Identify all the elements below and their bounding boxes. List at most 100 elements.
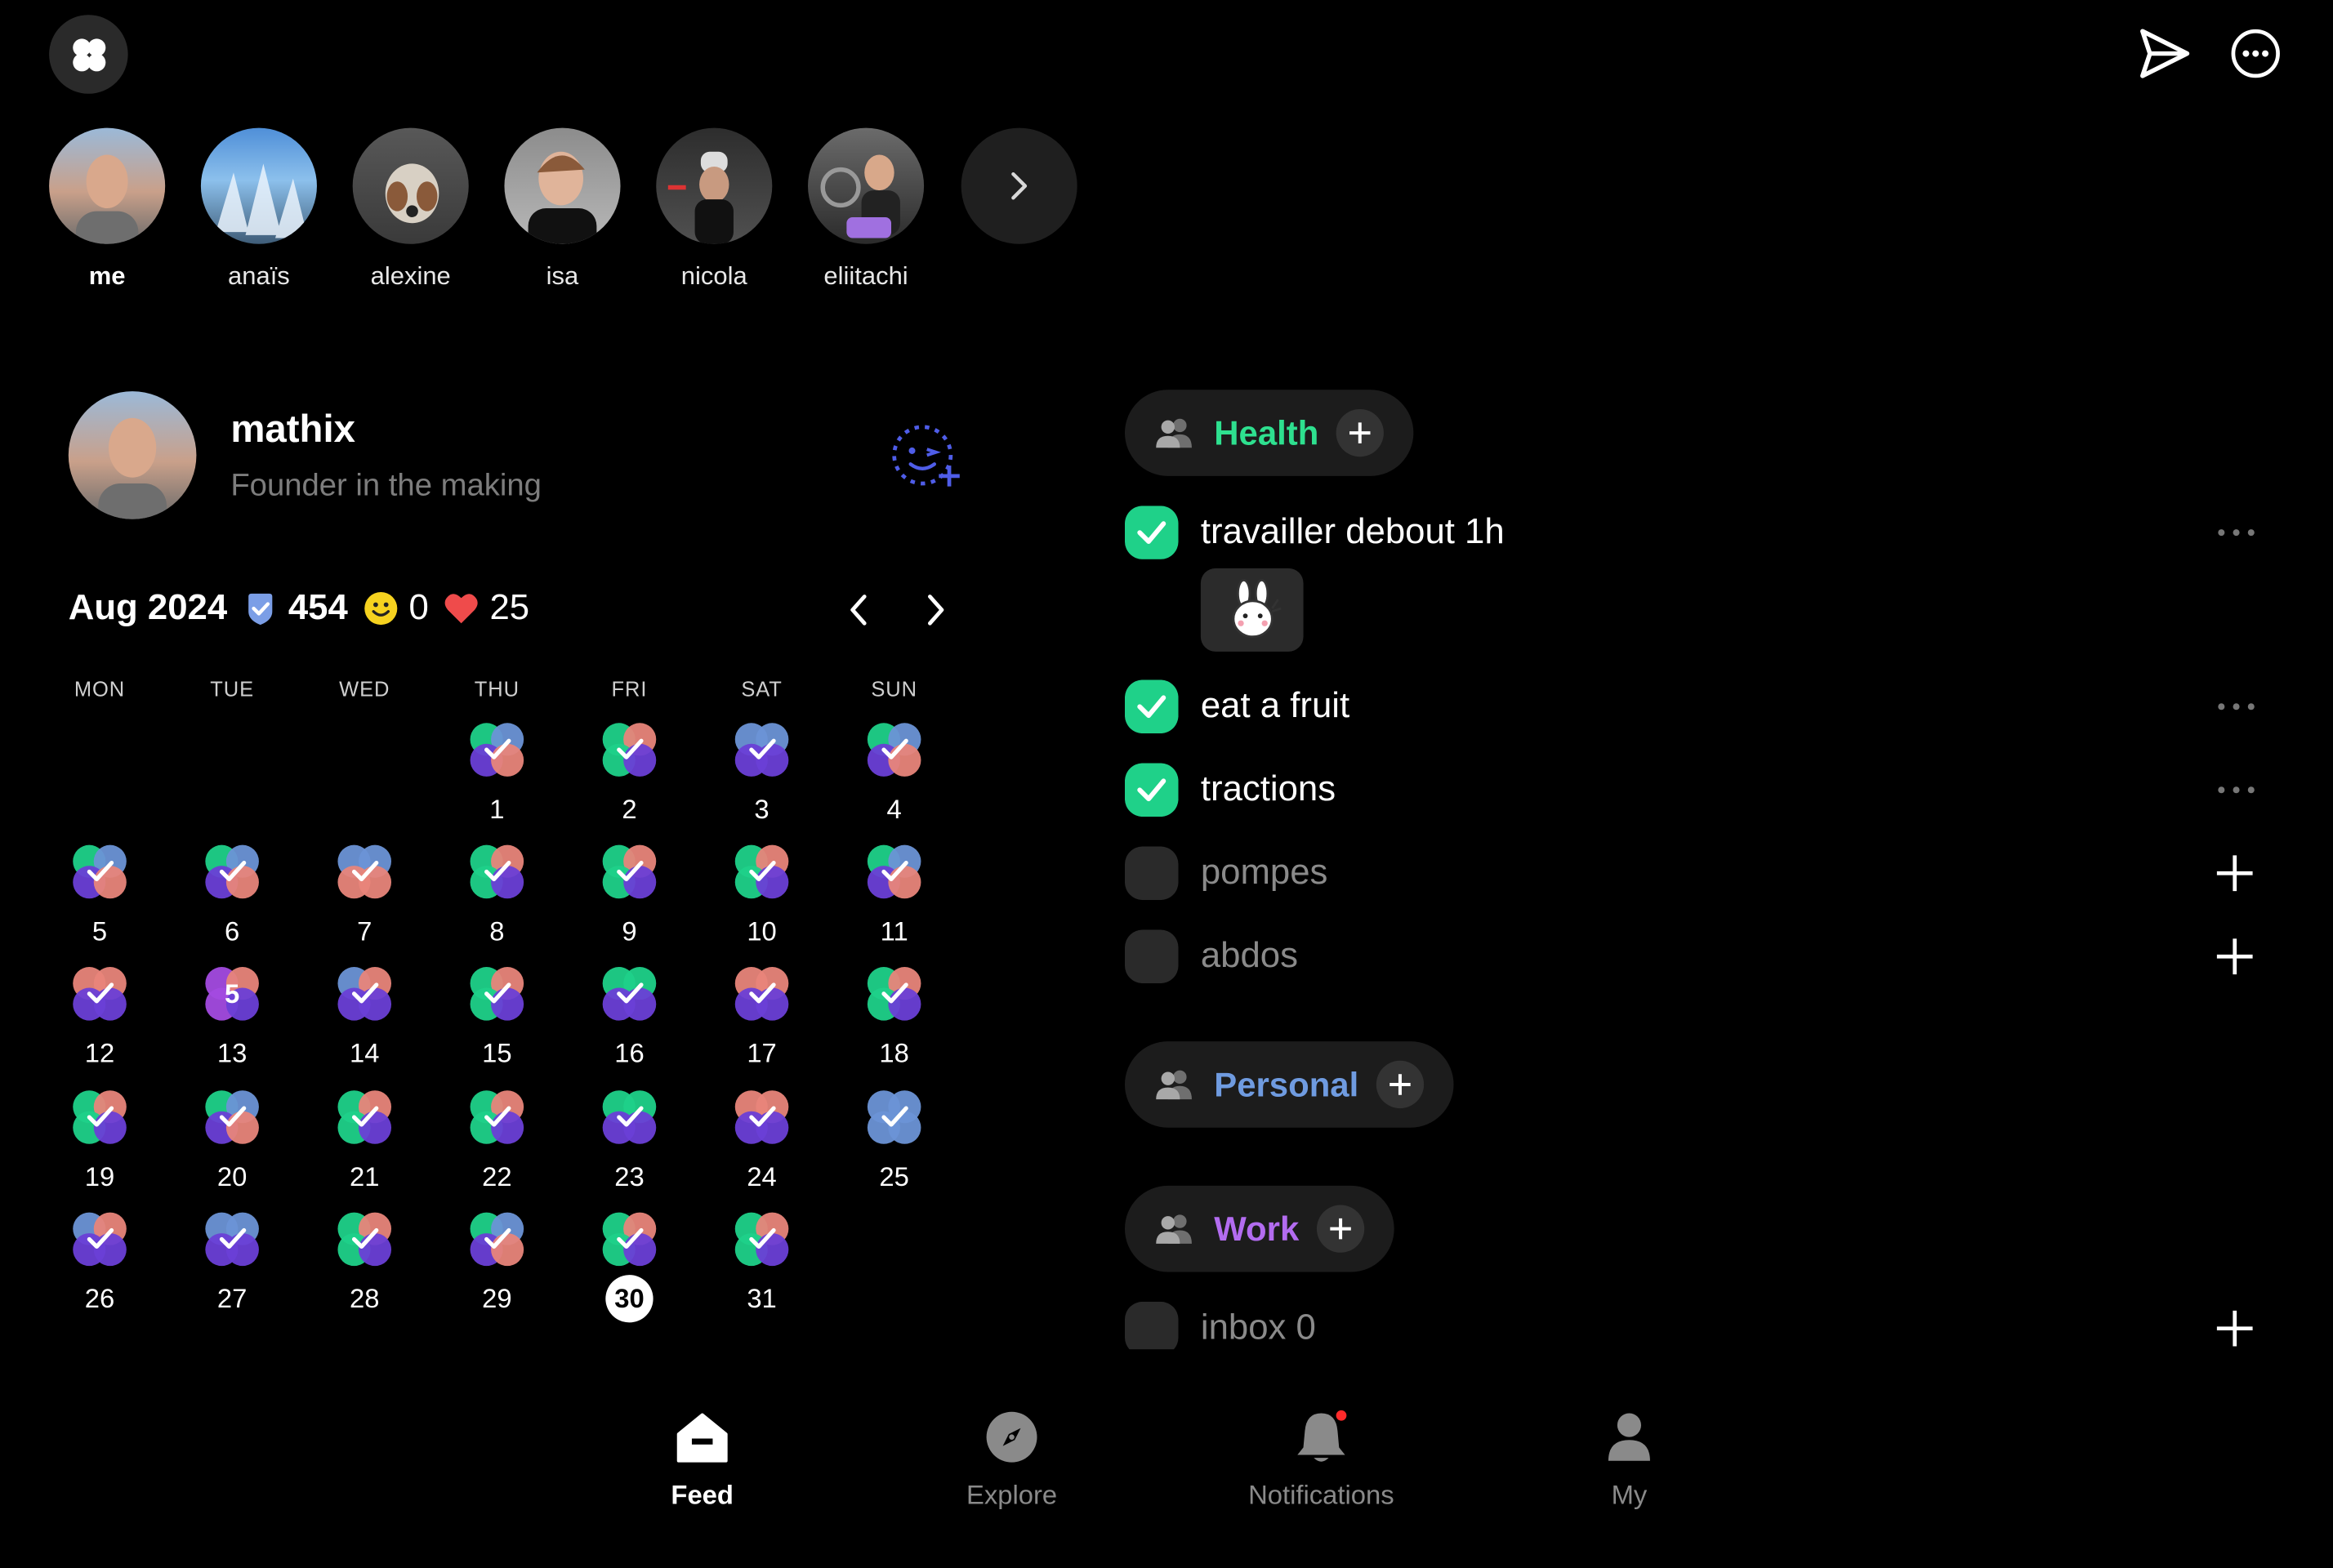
calendar-day[interactable]: 5 13 (187, 964, 276, 1071)
task-eat-a-fruit[interactable]: eat a fruit (1124, 677, 2255, 737)
day-progress-blob (335, 1088, 395, 1147)
task-add-button[interactable] (2214, 927, 2255, 987)
add-task-button[interactable] (1376, 1060, 1425, 1109)
avatar (656, 127, 773, 244)
calendar-day[interactable]: 26 (55, 1209, 144, 1316)
tab-my[interactable]: My (1510, 1407, 1748, 1512)
story-anais[interactable]: anaïs (199, 127, 319, 292)
calendar-day[interactable]: 28 (320, 1209, 409, 1316)
calendar-day[interactable]: 17 (717, 964, 806, 1071)
prev-month-button[interactable] (836, 588, 881, 633)
day-number: 4 (886, 794, 902, 825)
group-health[interactable]: Health (1124, 390, 1414, 476)
story-isa[interactable]: isa (503, 127, 622, 292)
task-abdos[interactable]: abdos (1124, 927, 2255, 987)
day-progress-blob (467, 964, 527, 1023)
calendar-day[interactable]: 30 (585, 1209, 674, 1323)
calendar-day[interactable]: 5 (55, 842, 144, 949)
day-number: 15 (482, 1038, 512, 1068)
tab-notifications[interactable]: Notifications (1202, 1407, 1440, 1512)
send-button[interactable] (2130, 21, 2196, 87)
day-number: 12 (84, 1038, 115, 1068)
calendar-day[interactable]: 1 (453, 720, 542, 827)
group-personal[interactable]: Personal (1124, 1041, 1454, 1128)
calendar-day[interactable]: 8 (453, 842, 542, 949)
plus-icon (1349, 422, 1372, 443)
check-empty-icon[interactable] (1124, 1301, 1179, 1356)
task-pompes[interactable]: pompes (1124, 844, 2255, 903)
next-month-button[interactable] (913, 588, 958, 633)
task-tractions[interactable]: tractions (1124, 760, 2255, 820)
task-more-button[interactable] (2217, 760, 2255, 820)
story-name: isa (546, 261, 579, 291)
reaction-sticker[interactable] (1200, 568, 1304, 652)
calendar-day[interactable]: 23 (585, 1088, 674, 1195)
task-add-button[interactable] (2214, 844, 2255, 903)
day-number: 27 (216, 1284, 248, 1314)
check-empty-icon[interactable] (1124, 929, 1179, 984)
calendar-day[interactable]: 10 (717, 842, 806, 949)
tab-explore[interactable]: Explore (893, 1407, 1131, 1512)
calendar-day[interactable]: 25 (850, 1088, 939, 1195)
day-number: 13 (216, 1038, 248, 1068)
app-logo-button[interactable] (49, 15, 128, 94)
task-travailler-debout[interactable]: travailler debout 1h (1124, 503, 2255, 563)
calendar-day[interactable]: 16 (585, 964, 674, 1071)
add-task-button[interactable] (1317, 1205, 1365, 1253)
calendar-day[interactable]: 3 (717, 720, 806, 827)
group-work[interactable]: Work (1124, 1185, 1394, 1272)
add-task-button[interactable] (1336, 408, 1385, 457)
logo-icon (72, 38, 105, 71)
people-icon (1156, 418, 1192, 448)
check-empty-icon[interactable] (1124, 846, 1179, 901)
calendar-day[interactable]: 9 (585, 842, 674, 949)
story-alexine[interactable]: alexine (351, 127, 471, 292)
calendar-day[interactable]: 2 (585, 720, 674, 827)
calendar-day[interactable]: 27 (187, 1209, 276, 1316)
task-more-button[interactable] (2217, 503, 2255, 563)
calendar-day[interactable]: 7 (320, 842, 409, 949)
day-progress-blob (203, 842, 262, 902)
calendar-day[interactable]: 20 (187, 1088, 276, 1195)
day-number: 24 (747, 1161, 777, 1192)
calendar-day[interactable]: 29 (453, 1209, 542, 1316)
day-number: 19 (84, 1161, 115, 1192)
day-progress-blob: 5 (203, 964, 262, 1023)
check-badge-icon (248, 593, 272, 626)
calendar-day[interactable]: 31 (717, 1209, 806, 1316)
add-friend-button[interactable] (890, 422, 967, 493)
plus-icon (1330, 1218, 1352, 1240)
day-number: 10 (747, 916, 777, 947)
check-done-icon[interactable] (1124, 506, 1179, 559)
calendar-day[interactable]: 15 (453, 964, 542, 1071)
task-name: travailler debout 1h (1200, 511, 1505, 552)
calendar-day[interactable]: 24 (717, 1088, 806, 1195)
calendar-day[interactable]: 19 (55, 1088, 144, 1195)
task-more-button[interactable] (2217, 677, 2255, 737)
calendar-day[interactable]: 22 (453, 1088, 542, 1195)
day-progress-blob (732, 842, 792, 902)
calendar-day[interactable]: 11 (850, 842, 939, 949)
tab-feed[interactable]: Feed (583, 1407, 821, 1512)
day-progress-blob (864, 720, 924, 780)
story-me[interactable]: me (47, 127, 167, 292)
calendar-day[interactable]: 21 (320, 1088, 409, 1195)
calendar-day[interactable]: 6 (187, 842, 276, 949)
day-progress-blob (467, 1209, 527, 1269)
calendar-day[interactable]: 4 (850, 720, 939, 827)
calendar-day[interactable]: 14 (320, 964, 409, 1071)
check-done-icon[interactable] (1124, 679, 1179, 734)
check-done-icon[interactable] (1124, 763, 1179, 817)
more-options-button[interactable] (2223, 21, 2288, 87)
more-dots-icon (2218, 529, 2255, 537)
stories-next-button[interactable] (961, 127, 1077, 244)
story-nicola[interactable]: nicola (654, 127, 774, 292)
day-number: 29 (482, 1284, 512, 1314)
calendar-day[interactable]: 12 (55, 964, 144, 1071)
day-progress-blob (732, 720, 792, 780)
profile-avatar[interactable] (68, 391, 197, 519)
story-eliitachi[interactable]: eliitachi (806, 127, 926, 292)
day-number: 3 (754, 794, 769, 825)
compass-icon (982, 1407, 1042, 1467)
calendar-day[interactable]: 18 (850, 964, 939, 1071)
